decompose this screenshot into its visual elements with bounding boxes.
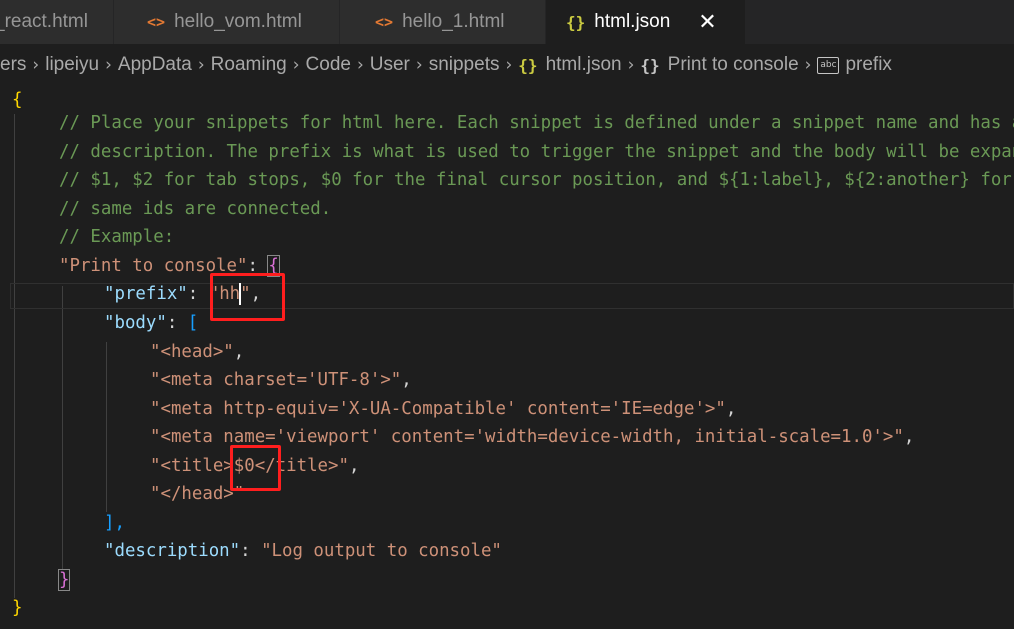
indent-guide bbox=[14, 114, 15, 598]
html-icon: <> bbox=[147, 13, 166, 31]
colon: : bbox=[240, 541, 262, 561]
breadcrumb-item-appdata[interactable]: AppData bbox=[118, 54, 192, 76]
breadcrumb-label: prefix bbox=[845, 54, 892, 75]
breadcrumb-label: html.json bbox=[545, 54, 622, 75]
tab-react-html[interactable]: _react.html bbox=[0, 0, 114, 44]
breadcrumb-item-prefix[interactable]: abc prefix bbox=[817, 54, 892, 76]
code-line: ], bbox=[104, 509, 125, 538]
tab-hello-1-html[interactable]: <> hello_1.html bbox=[340, 0, 546, 44]
code-line: } bbox=[12, 594, 22, 623]
chevron-right-icon: › bbox=[627, 55, 635, 75]
close-icon[interactable]: ✕ bbox=[698, 10, 716, 35]
open-bracket: [ bbox=[187, 313, 199, 333]
code-line: "<head>", bbox=[150, 338, 244, 367]
body-line: "<meta charset='UTF-8'>" bbox=[150, 370, 402, 390]
body-key: "body" bbox=[104, 313, 167, 333]
chevron-right-icon: › bbox=[505, 55, 513, 75]
tab-html-json[interactable]: {} html.json ✕ bbox=[546, 0, 746, 44]
chevron-right-icon: › bbox=[105, 55, 112, 75]
chevron-right-icon: › bbox=[356, 55, 364, 75]
comma: , bbox=[401, 370, 412, 390]
string-icon: abc bbox=[817, 56, 840, 74]
close-brace: } bbox=[57, 569, 71, 591]
breadcrumb-item-user[interactable]: User bbox=[370, 54, 410, 76]
tab-label: html.json bbox=[594, 11, 671, 32]
breadcrumb-item-users[interactable]: ers bbox=[0, 54, 26, 76]
code-line: "<meta charset='UTF-8'>", bbox=[150, 366, 412, 395]
code-line: "description": "Log output to console" bbox=[104, 537, 502, 566]
tab-bar: _react.html <> hello_vom.html <> hello_1… bbox=[0, 0, 1014, 44]
comma: , bbox=[233, 342, 245, 362]
code-line: } bbox=[57, 566, 71, 595]
comma: , bbox=[903, 427, 915, 447]
comment-line: // description. The prefix is what is us… bbox=[59, 142, 1014, 162]
breadcrumb-item-snippets[interactable]: snippets bbox=[429, 54, 500, 76]
object-icon: {} bbox=[640, 55, 660, 75]
close-bracket: ], bbox=[104, 513, 125, 533]
breadcrumb-item-roaming[interactable]: Roaming bbox=[211, 54, 287, 76]
chevron-right-icon: › bbox=[292, 55, 300, 75]
comment-line: // $1, $2 for tab stops, $0 for the fina… bbox=[59, 170, 1012, 190]
description-value: "Log output to console" bbox=[261, 541, 502, 561]
breadcrumb-label: Print to console bbox=[667, 54, 799, 75]
breadcrumb-item-code[interactable]: Code bbox=[306, 54, 351, 76]
json-icon: {} bbox=[518, 55, 538, 75]
indent-guide bbox=[62, 286, 63, 570]
comment-line: // Example: bbox=[59, 227, 175, 247]
body-line: "<meta name='viewport' content='width=de… bbox=[150, 427, 904, 447]
tab-hello-vom-html[interactable]: <> hello_vom.html bbox=[114, 0, 340, 44]
comma: , bbox=[348, 456, 360, 476]
chevron-right-icon: › bbox=[197, 55, 205, 75]
highlight-box-final-cursor bbox=[230, 445, 281, 491]
comment-line: // Place your snippets for html here. Ea… bbox=[59, 113, 1014, 133]
breadcrumb-item-html-json[interactable]: {} html.json bbox=[518, 54, 621, 76]
tab-label: hello_vom.html bbox=[174, 11, 302, 32]
code-line: "<meta http-equiv='X-UA-Compatible' cont… bbox=[150, 395, 736, 424]
title-open: "<title> bbox=[150, 456, 234, 476]
body-line: "<meta http-equiv='X-UA-Compatible' cont… bbox=[150, 399, 726, 419]
html-icon: <> bbox=[375, 13, 394, 31]
tab-label: hello_1.html bbox=[402, 11, 505, 32]
chevron-right-icon: › bbox=[415, 55, 423, 75]
breadcrumb-item-lipeiyu[interactable]: lipeiyu bbox=[45, 54, 99, 76]
prefix-key: "prefix" bbox=[104, 284, 188, 304]
comment-line: // same ids are connected. bbox=[59, 199, 332, 219]
json-icon: {} bbox=[566, 12, 586, 32]
colon: : bbox=[187, 284, 209, 304]
close-brace: } bbox=[12, 598, 23, 618]
tab-label: _react.html bbox=[0, 11, 88, 32]
chevron-right-icon: › bbox=[804, 55, 812, 75]
breadcrumb: ers › lipeiyu › AppData › Roaming › Code… bbox=[0, 44, 1014, 86]
chevron-right-icon: › bbox=[32, 55, 40, 75]
code-editor[interactable]: { // Place your snippets for html here. … bbox=[0, 86, 1014, 629]
indent-guide bbox=[106, 342, 107, 512]
comma: , bbox=[725, 399, 737, 419]
body-line: "<head>" bbox=[150, 342, 234, 362]
description-key: "description" bbox=[104, 541, 241, 561]
open-brace: { bbox=[12, 90, 23, 110]
highlight-box-prefix bbox=[210, 273, 285, 321]
breadcrumb-item-print-to-console[interactable]: {} Print to console bbox=[640, 54, 798, 76]
code-line: { bbox=[12, 86, 22, 115]
colon: : bbox=[166, 313, 188, 333]
code-line: "body": [ bbox=[104, 309, 198, 338]
